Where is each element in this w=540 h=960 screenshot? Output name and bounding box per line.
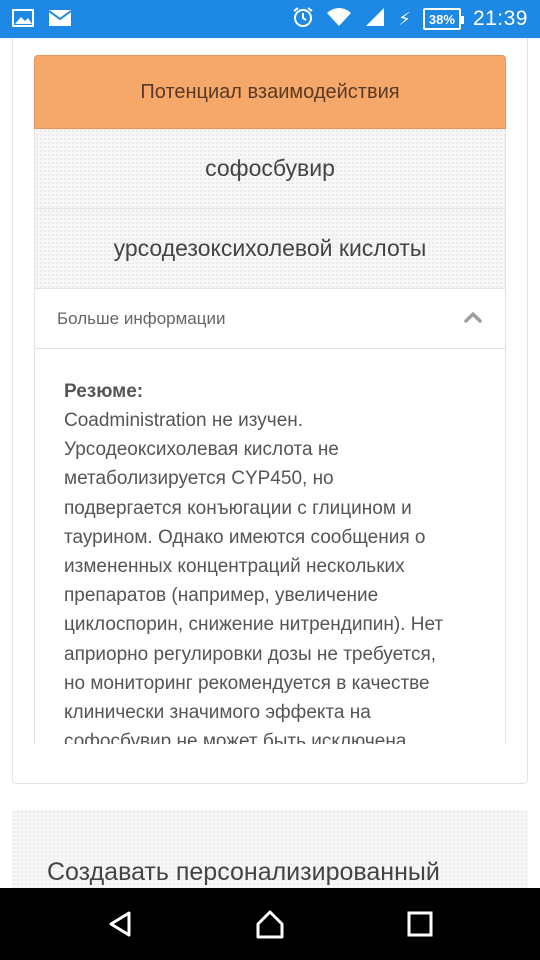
summary-line: метаболизируется CYP450, но: [64, 468, 334, 490]
back-icon[interactable]: [100, 906, 140, 942]
summary-panel: Резюме: Coadministration не изучен. Урсо…: [34, 349, 506, 744]
interaction-header-label: Потенциал взаимодействия: [140, 80, 400, 103]
summary-line: но мониторинг рекомендуется в качестве: [64, 672, 430, 694]
chevron-up-icon[interactable]: [463, 307, 483, 327]
summary-line: Урсодеоксихолевая кислота не: [64, 439, 339, 461]
create-personalized-card[interactable]: Создавать персонализированный: [12, 810, 528, 888]
summary-line: софосбувир не может быть исключена.: [64, 731, 412, 744]
status-bar: ⚡ 38% 21:39: [0, 0, 540, 38]
summary-label: Резюме:: [64, 381, 144, 402]
summary-text: Coadministration не изучен. Урсодеоксихо…: [64, 406, 481, 744]
drug-2-box: урсодезоксихолевой кислоты: [34, 209, 506, 289]
charging-icon: ⚡: [398, 8, 411, 29]
interaction-potential-header: Потенциал взаимодействия: [34, 55, 506, 129]
battery-level: 38%: [428, 11, 455, 27]
summary-line: препаратов (например, увеличение: [64, 585, 379, 607]
summary-line: априорно регулировки дозы не требуется,: [64, 643, 437, 665]
drug-1-name: софосбувир: [205, 155, 335, 181]
summary-line: подвергается конъюгации с глицином и: [64, 497, 412, 519]
signal-icon: [364, 6, 386, 33]
mail-icon: [48, 8, 72, 33]
home-icon[interactable]: [250, 906, 290, 942]
summary-line: Coadministration не изучен.: [64, 410, 304, 431]
drug-2-name: урсодезоксихолевой кислоты: [113, 235, 427, 261]
wifi-icon: [326, 6, 352, 33]
summary-line: таурином. Однако имеются сообщения о: [64, 526, 426, 548]
more-info-toggle[interactable]: Больше информации: [34, 289, 506, 349]
summary-line: клинически значимого эффекта на: [64, 702, 371, 724]
clock: 21:39: [472, 7, 528, 30]
recent-apps-icon[interactable]: [400, 906, 440, 942]
summary-line: циклоспорин, снижение нитрендипин). Нет: [64, 614, 444, 636]
summary-line: измененных концентраций нескольких: [64, 556, 405, 578]
create-personalized-label: Создавать персонализированный: [47, 858, 440, 886]
navigation-bar: [0, 888, 540, 960]
main-content[interactable]: Потенциал взаимодействия софосбувир урсо…: [0, 38, 540, 888]
image-icon: [12, 8, 34, 33]
drug-1-box: софосбувир: [34, 129, 506, 209]
alarm-icon: [292, 6, 314, 33]
battery-icon: 38%: [422, 8, 464, 30]
more-info-label: Больше информации: [57, 308, 226, 328]
